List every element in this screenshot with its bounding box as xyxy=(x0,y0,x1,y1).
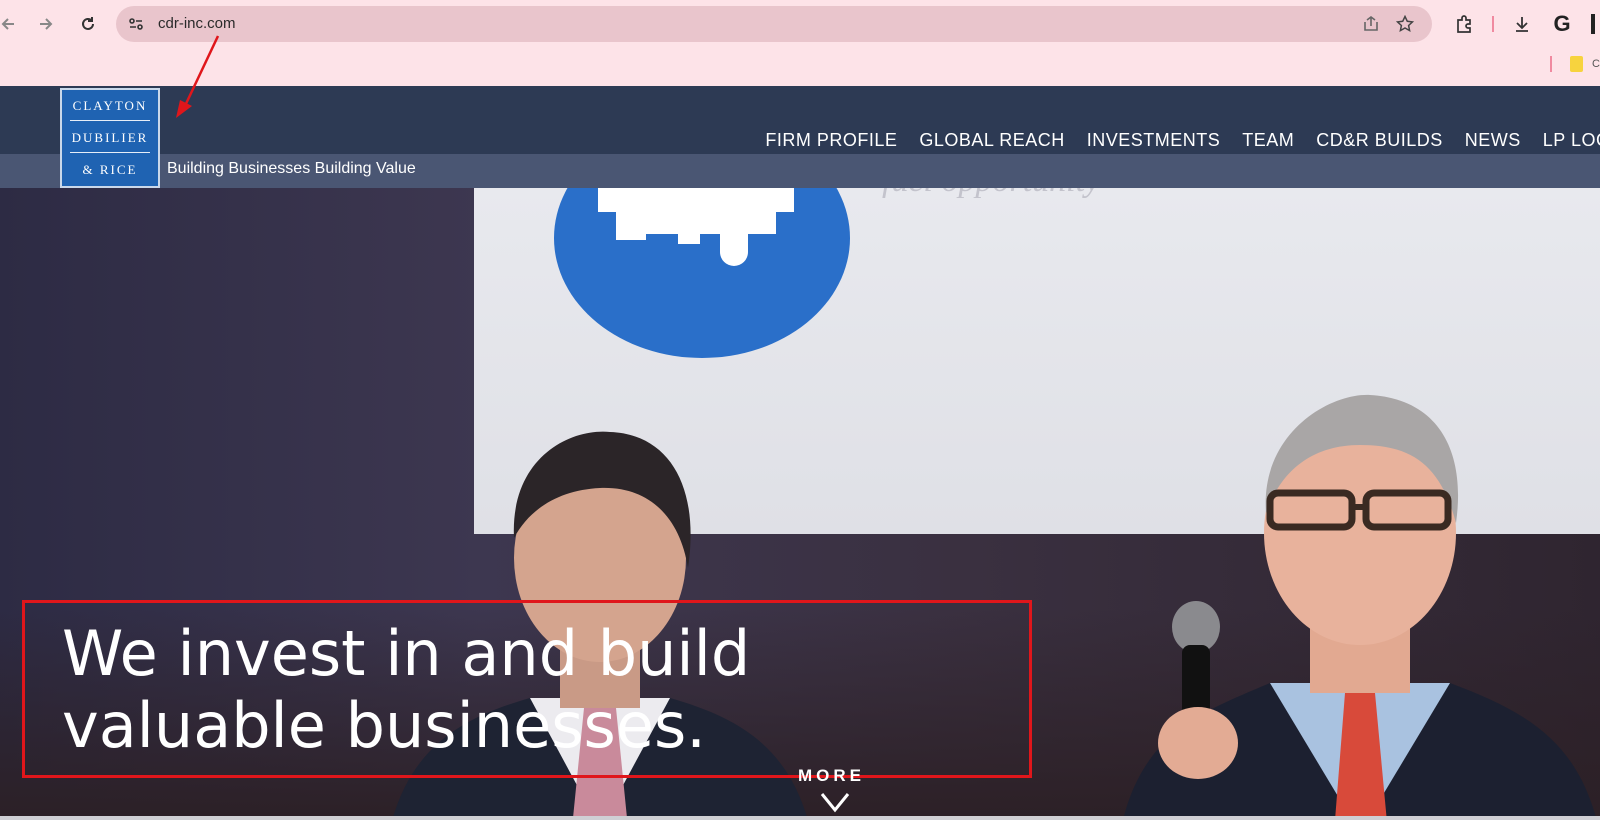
logo-line-rice: & RICE xyxy=(82,162,138,177)
logo-rule xyxy=(70,120,150,121)
bookmarks-separator xyxy=(1550,56,1552,72)
google-account-icon[interactable]: G xyxy=(1548,10,1576,38)
nav-cdr-builds[interactable]: CD&R BUILDS xyxy=(1316,130,1443,151)
puzzle-icon xyxy=(598,188,794,266)
more-link[interactable]: MORE xyxy=(798,766,865,786)
browser-toolbar: cdr-inc.com G C xyxy=(0,0,1600,86)
hero-section: fuel opportunity We invest in and build … xyxy=(0,188,1600,820)
logo-rule xyxy=(70,152,150,153)
bookmark-star-icon[interactable] xyxy=(1394,13,1416,35)
bookmark-label[interactable]: C xyxy=(1592,58,1600,70)
logo-line-clayton: CLAYTON xyxy=(72,98,148,113)
menu-edge-icon[interactable] xyxy=(1586,10,1600,38)
toolbar-separator xyxy=(1492,16,1494,32)
download-icon[interactable] xyxy=(1508,10,1536,38)
address-bar[interactable]: cdr-inc.com xyxy=(116,6,1432,42)
nav-lp-login[interactable]: LP LOG-IN xyxy=(1543,130,1600,151)
nav-news[interactable]: NEWS xyxy=(1465,130,1521,151)
hero-headline: We invest in and build valuable business… xyxy=(62,617,751,762)
main-nav: FIRM PROFILE GLOBAL REACH INVESTMENTS TE… xyxy=(765,130,1600,151)
forward-icon[interactable] xyxy=(32,10,60,38)
share-icon[interactable] xyxy=(1360,13,1382,35)
logo-line-dubilier: DUBILIER xyxy=(71,130,149,145)
back-icon[interactable] xyxy=(0,10,22,38)
annotation-arrow xyxy=(176,35,220,118)
site-header: CLAYTON DUBILIER & RICE Building Busines… xyxy=(0,86,1600,188)
bookmark-folder-icon[interactable] xyxy=(1570,56,1583,72)
nav-firm-profile[interactable]: FIRM PROFILE xyxy=(765,130,897,151)
reload-icon[interactable] xyxy=(74,10,102,38)
extensions-icon[interactable] xyxy=(1450,10,1478,38)
page-bottom-edge xyxy=(0,816,1600,820)
nav-team[interactable]: TEAM xyxy=(1242,130,1294,151)
speaker-right-photo xyxy=(1123,394,1597,820)
nav-global-reach[interactable]: GLOBAL REACH xyxy=(919,130,1064,151)
nav-investments[interactable]: INVESTMENTS xyxy=(1087,130,1221,151)
screen-text: fuel opportunity xyxy=(882,188,1100,200)
tagline: Building Businesses Building Value xyxy=(167,160,416,177)
site-info-icon[interactable] xyxy=(124,12,148,36)
cdr-logo[interactable]: CLAYTON DUBILIER & RICE xyxy=(60,88,160,188)
